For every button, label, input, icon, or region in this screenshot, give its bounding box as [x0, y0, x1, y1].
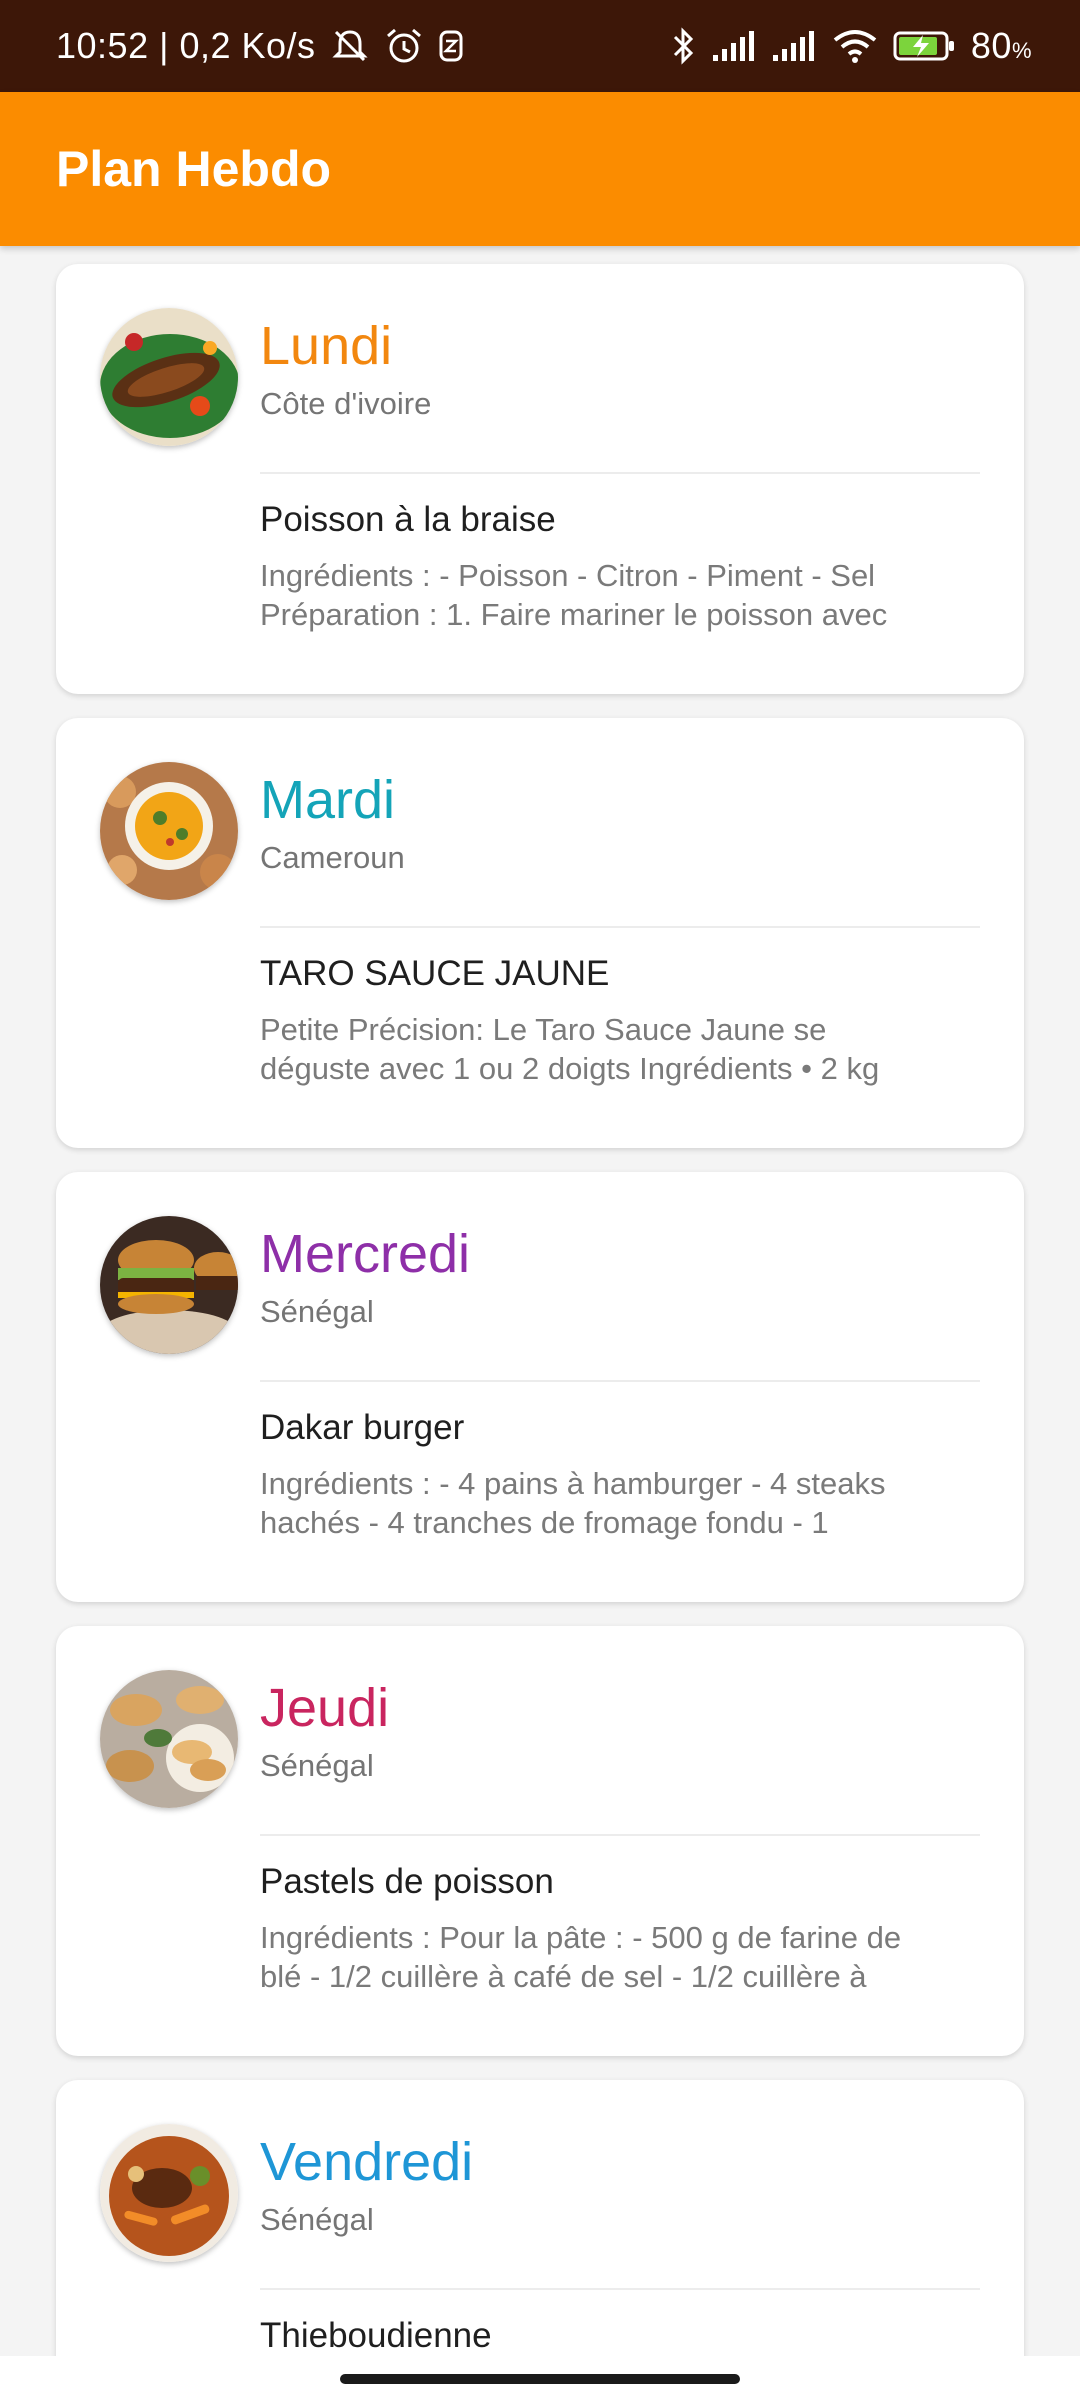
divider — [260, 472, 980, 474]
battery-charging-icon — [893, 29, 957, 63]
country-label: Sénégal — [260, 1748, 374, 1783]
weekly-plan-list[interactable]: Lundi Côte d'ivoire Poisson à la braise … — [0, 246, 1080, 2356]
bluetooth-icon — [671, 26, 697, 66]
day-title: Jeudi — [260, 1678, 390, 1738]
country-label: Sénégal — [260, 2202, 374, 2237]
dish-description: Ingrédients : - Poisson - Citron - Pimen… — [260, 558, 888, 632]
day-card-mardi[interactable]: Mardi Cameroun TARO SAUCE JAUNE Petite P… — [56, 718, 1024, 1148]
thieboudienne-image — [100, 2124, 238, 2262]
taro-yellow-sauce-image — [100, 762, 238, 900]
country-label: Côte d'ivoire — [260, 386, 432, 421]
dish-description: Ingrédients : - 4 pains à hamburger - 4 … — [260, 1466, 886, 1540]
day-card-mercredi[interactable]: Mercredi Sénégal Dakar burger Ingrédient… — [56, 1172, 1024, 1602]
divider — [260, 1380, 980, 1382]
divider — [260, 926, 980, 928]
navigation-bar — [0, 2356, 1080, 2400]
day-title: Mercredi — [260, 1224, 471, 1284]
app-notification-icon — [438, 29, 464, 63]
country-label: Sénégal — [260, 1294, 374, 1329]
grilled-fish-image — [100, 308, 238, 446]
alarm-icon — [384, 27, 424, 65]
burger-image — [100, 1216, 238, 1354]
day-title: Mardi — [260, 770, 396, 830]
app-title: Plan Hebdo — [56, 141, 332, 197]
home-gesture-handle[interactable] — [340, 2374, 740, 2384]
day-card-vendredi[interactable]: Vendredi Sénégal Thieboudienne — [56, 2080, 1024, 2356]
status-bar: 10:52 | 0,2 Ko/s 80% — [0, 0, 1080, 92]
signal-icon — [711, 29, 757, 63]
day-title: Lundi — [260, 316, 393, 376]
dish-name: Poisson à la braise — [260, 500, 556, 539]
wifi-icon — [831, 28, 879, 64]
status-time-speed: 10:52 | 0,2 Ko/s — [56, 25, 316, 66]
app-bar: Plan Hebdo — [0, 92, 1080, 246]
dish-name: Dakar burger — [260, 1408, 465, 1447]
day-card-jeudi[interactable]: Jeudi Sénégal Pastels de poisson Ingrédi… — [56, 1626, 1024, 2056]
country-label: Cameroun — [260, 840, 405, 875]
day-card-lundi[interactable]: Lundi Côte d'ivoire Poisson à la braise … — [56, 264, 1024, 694]
dish-description: Petite Précision: Le Taro Sauce Jaune se… — [260, 1012, 880, 1086]
divider — [260, 2288, 980, 2290]
battery-level: 80% — [970, 25, 1032, 66]
dish-name: Thieboudienne — [260, 2316, 492, 2355]
dish-description: Ingrédients : Pour la pâte : - 500 g de … — [260, 1920, 902, 1994]
divider — [260, 1834, 980, 1836]
dish-name: Pastels de poisson — [260, 1862, 554, 1901]
day-title: Vendredi — [260, 2132, 474, 2192]
dish-name: TARO SAUCE JAUNE — [260, 954, 610, 993]
fish-pastels-image — [100, 1670, 238, 1808]
signal-icon — [771, 29, 817, 63]
muted-notifications-icon — [330, 28, 370, 64]
